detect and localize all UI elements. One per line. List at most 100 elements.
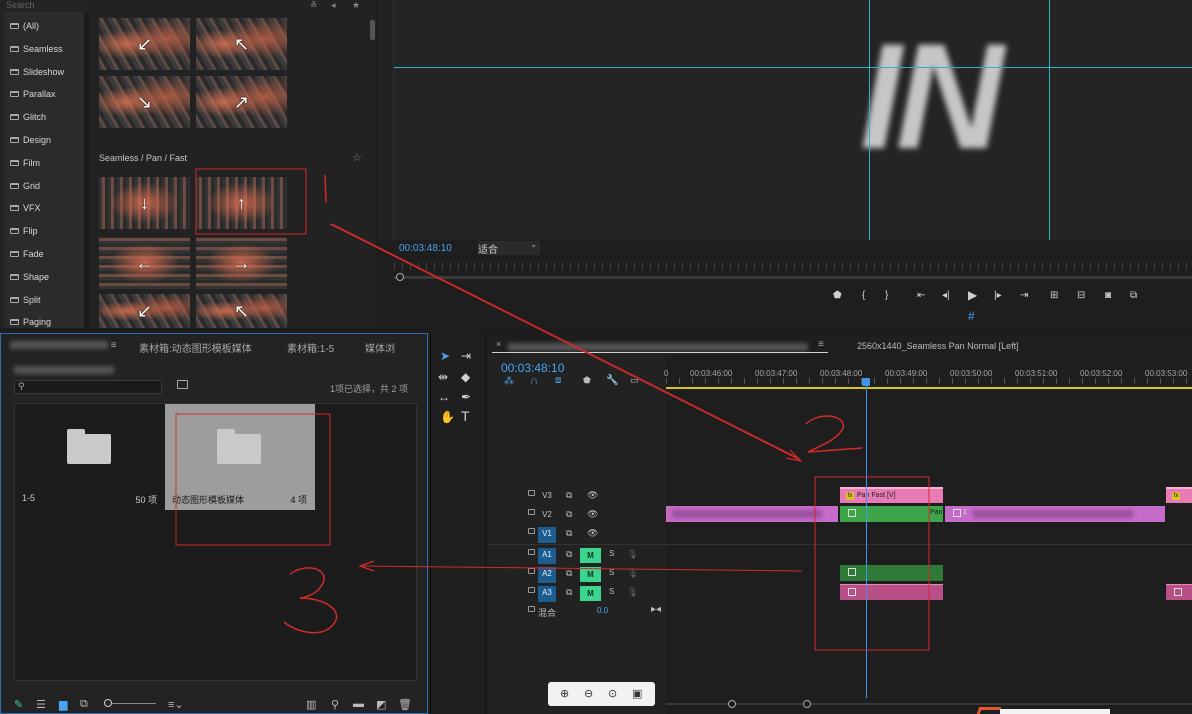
zoom-out-icon[interactable]: ⊖: [584, 687, 593, 700]
project-search-input[interactable]: [14, 380, 162, 394]
selection-tool-icon[interactable]: ➤: [440, 349, 450, 363]
bin-item-selected[interactable]: 动态图形模板媒体 4 项: [165, 404, 315, 510]
sync-lock-icon[interactable]: ⧉: [566, 490, 572, 501]
list-view-icon[interactable]: ☰: [36, 698, 46, 711]
eye-icon[interactable]: 👁: [587, 528, 598, 539]
star-icon[interactable]: ☆: [352, 151, 362, 164]
category-item[interactable]: Parallax: [10, 89, 56, 99]
linked-selection-icon[interactable]: ⧈: [555, 375, 561, 386]
snap-icon[interactable]: ∩: [530, 375, 538, 387]
volume-icon[interactable]: ◂: [331, 0, 336, 11]
lock-icon[interactable]: [528, 606, 535, 612]
automate-to-sequence-icon[interactable]: ▥: [306, 698, 316, 711]
track-label[interactable]: V2: [538, 508, 556, 524]
transition-thumbnail[interactable]: ←: [99, 237, 190, 289]
compare-icon[interactable]: ⧉: [1130, 290, 1137, 301]
guide-line-vertical[interactable]: [1049, 0, 1050, 240]
category-item[interactable]: Glitch: [10, 112, 46, 122]
guide-line-vertical[interactable]: [869, 0, 870, 240]
clip-v2[interactable]: 1: [945, 506, 1165, 522]
lock-icon[interactable]: [528, 490, 535, 496]
ripple-edit-icon[interactable]: ⇹: [438, 370, 448, 384]
clip-v3[interactable]: fx: [1166, 487, 1192, 503]
clip-v3-pan-fast[interactable]: fx Pan Fast [V]: [840, 487, 943, 503]
solo-button[interactable]: S: [609, 587, 614, 596]
freeform-view-icon[interactable]: ⧉: [80, 698, 88, 711]
lock-icon[interactable]: [528, 549, 535, 555]
solo-button[interactable]: S: [609, 549, 614, 558]
transition-thumbnail[interactable]: →: [196, 237, 287, 289]
sort-icon[interactable]: ≡⌄: [168, 698, 184, 711]
timeline-timecode[interactable]: 00:03:48:10: [501, 361, 564, 375]
category-item[interactable]: Grid: [10, 181, 40, 191]
add-marker-icon[interactable]: ⬟: [833, 290, 842, 301]
lock-icon[interactable]: [528, 587, 535, 593]
category-item[interactable]: (All): [10, 21, 39, 31]
go-to-in-icon[interactable]: ⇤: [917, 290, 925, 301]
thumbnail-size-slider[interactable]: [108, 703, 156, 704]
sync-lock-icon[interactable]: ⧉: [566, 509, 572, 520]
tab-bin-mgt[interactable]: 素材箱:动态图形模板媒体: [139, 340, 252, 355]
new-item-icon[interactable]: ◩: [376, 698, 386, 711]
go-to-end-icon[interactable]: ▸◂: [651, 604, 661, 615]
nest-icon[interactable]: ⁂: [504, 376, 514, 387]
sequence-tab-title[interactable]: 2560x1440_Seamless Pan Normal [Left]: [857, 341, 1019, 351]
panel-menu-icon[interactable]: ≡: [111, 340, 117, 351]
track-select-icon[interactable]: ⇥: [461, 349, 471, 363]
slider-handle[interactable]: [104, 699, 112, 707]
playhead-line[interactable]: [866, 384, 867, 698]
work-area-bar[interactable]: [666, 387, 1192, 389]
sync-lock-icon[interactable]: ⧉: [566, 568, 572, 579]
step-forward-icon[interactable]: |▸: [994, 290, 1002, 301]
track-label[interactable]: A3: [538, 586, 556, 602]
zoom-frame-icon[interactable]: ▣: [632, 687, 642, 700]
trash-icon[interactable]: 🗑: [398, 698, 412, 711]
tab-project[interactable]: ≡: [10, 340, 117, 351]
ruler-ticks[interactable]: [666, 378, 1192, 384]
scroll-handle-right[interactable]: [803, 700, 811, 708]
category-item[interactable]: Shape: [10, 272, 49, 282]
category-item[interactable]: Seamless: [10, 44, 63, 54]
favorites-icon[interactable]: ★: [352, 0, 360, 11]
go-to-out-icon[interactable]: ⇥: [1020, 290, 1028, 301]
tab-bin-1-5[interactable]: 素材箱:1-5: [287, 340, 334, 355]
wrench-icon[interactable]: 🔧: [606, 375, 618, 386]
tab-media-browser[interactable]: 媒体浏: [365, 340, 395, 355]
add-marker-icon[interactable]: ⬟: [583, 375, 591, 386]
clip-a2[interactable]: [840, 565, 943, 581]
video-preview[interactable]: [394, 0, 1192, 240]
clip-v2[interactable]: [666, 506, 838, 522]
slip-tool-icon[interactable]: ↔: [438, 390, 450, 404]
solo-button[interactable]: S: [609, 568, 614, 577]
category-item[interactable]: Flip: [10, 226, 38, 236]
thumbnail-scrollbar[interactable]: [370, 20, 375, 40]
transition-thumbnail[interactable]: ↖: [196, 294, 287, 328]
play-icon[interactable]: ▶: [968, 288, 977, 302]
category-item[interactable]: VFX: [10, 203, 41, 213]
guide-line-horizontal[interactable]: [394, 67, 1192, 68]
pencil-icon[interactable]: ✎: [14, 698, 23, 711]
lift-icon[interactable]: ⊞: [1050, 290, 1058, 301]
lock-icon[interactable]: [528, 509, 535, 515]
icon-view-icon[interactable]: ▆: [59, 698, 67, 711]
captions-icon[interactable]: ▭: [630, 375, 639, 386]
lock-icon[interactable]: [528, 528, 535, 534]
transition-thumbnail[interactable]: ↙: [99, 294, 190, 328]
lock-icon[interactable]: [528, 568, 535, 574]
clip-a3[interactable]: [840, 584, 943, 600]
category-item[interactable]: Paging: [10, 317, 51, 327]
panel-menu-icon[interactable]: ≡: [818, 339, 824, 350]
step-back-icon[interactable]: ◂|: [942, 290, 950, 301]
browser-search-input[interactable]: Search: [6, 0, 35, 10]
monitor-scrollbar[interactable]: [394, 276, 1192, 279]
grid-icon[interactable]: #: [968, 309, 975, 323]
transition-thumbnail[interactable]: ↙: [99, 18, 190, 70]
eye-icon[interactable]: 👁: [587, 509, 598, 520]
sync-lock-icon[interactable]: ⧉: [566, 549, 572, 560]
clip-v2-pan[interactable]: Pan: [840, 506, 943, 522]
hand-tool-icon[interactable]: ✋: [440, 410, 455, 424]
monitor-timecode[interactable]: 00:03:48:10: [399, 243, 452, 254]
category-item[interactable]: Slideshow: [10, 67, 64, 77]
fit-dropdown[interactable]: 适合 ⌄: [478, 240, 540, 256]
transition-thumbnail-selected[interactable]: ↑: [196, 177, 287, 229]
